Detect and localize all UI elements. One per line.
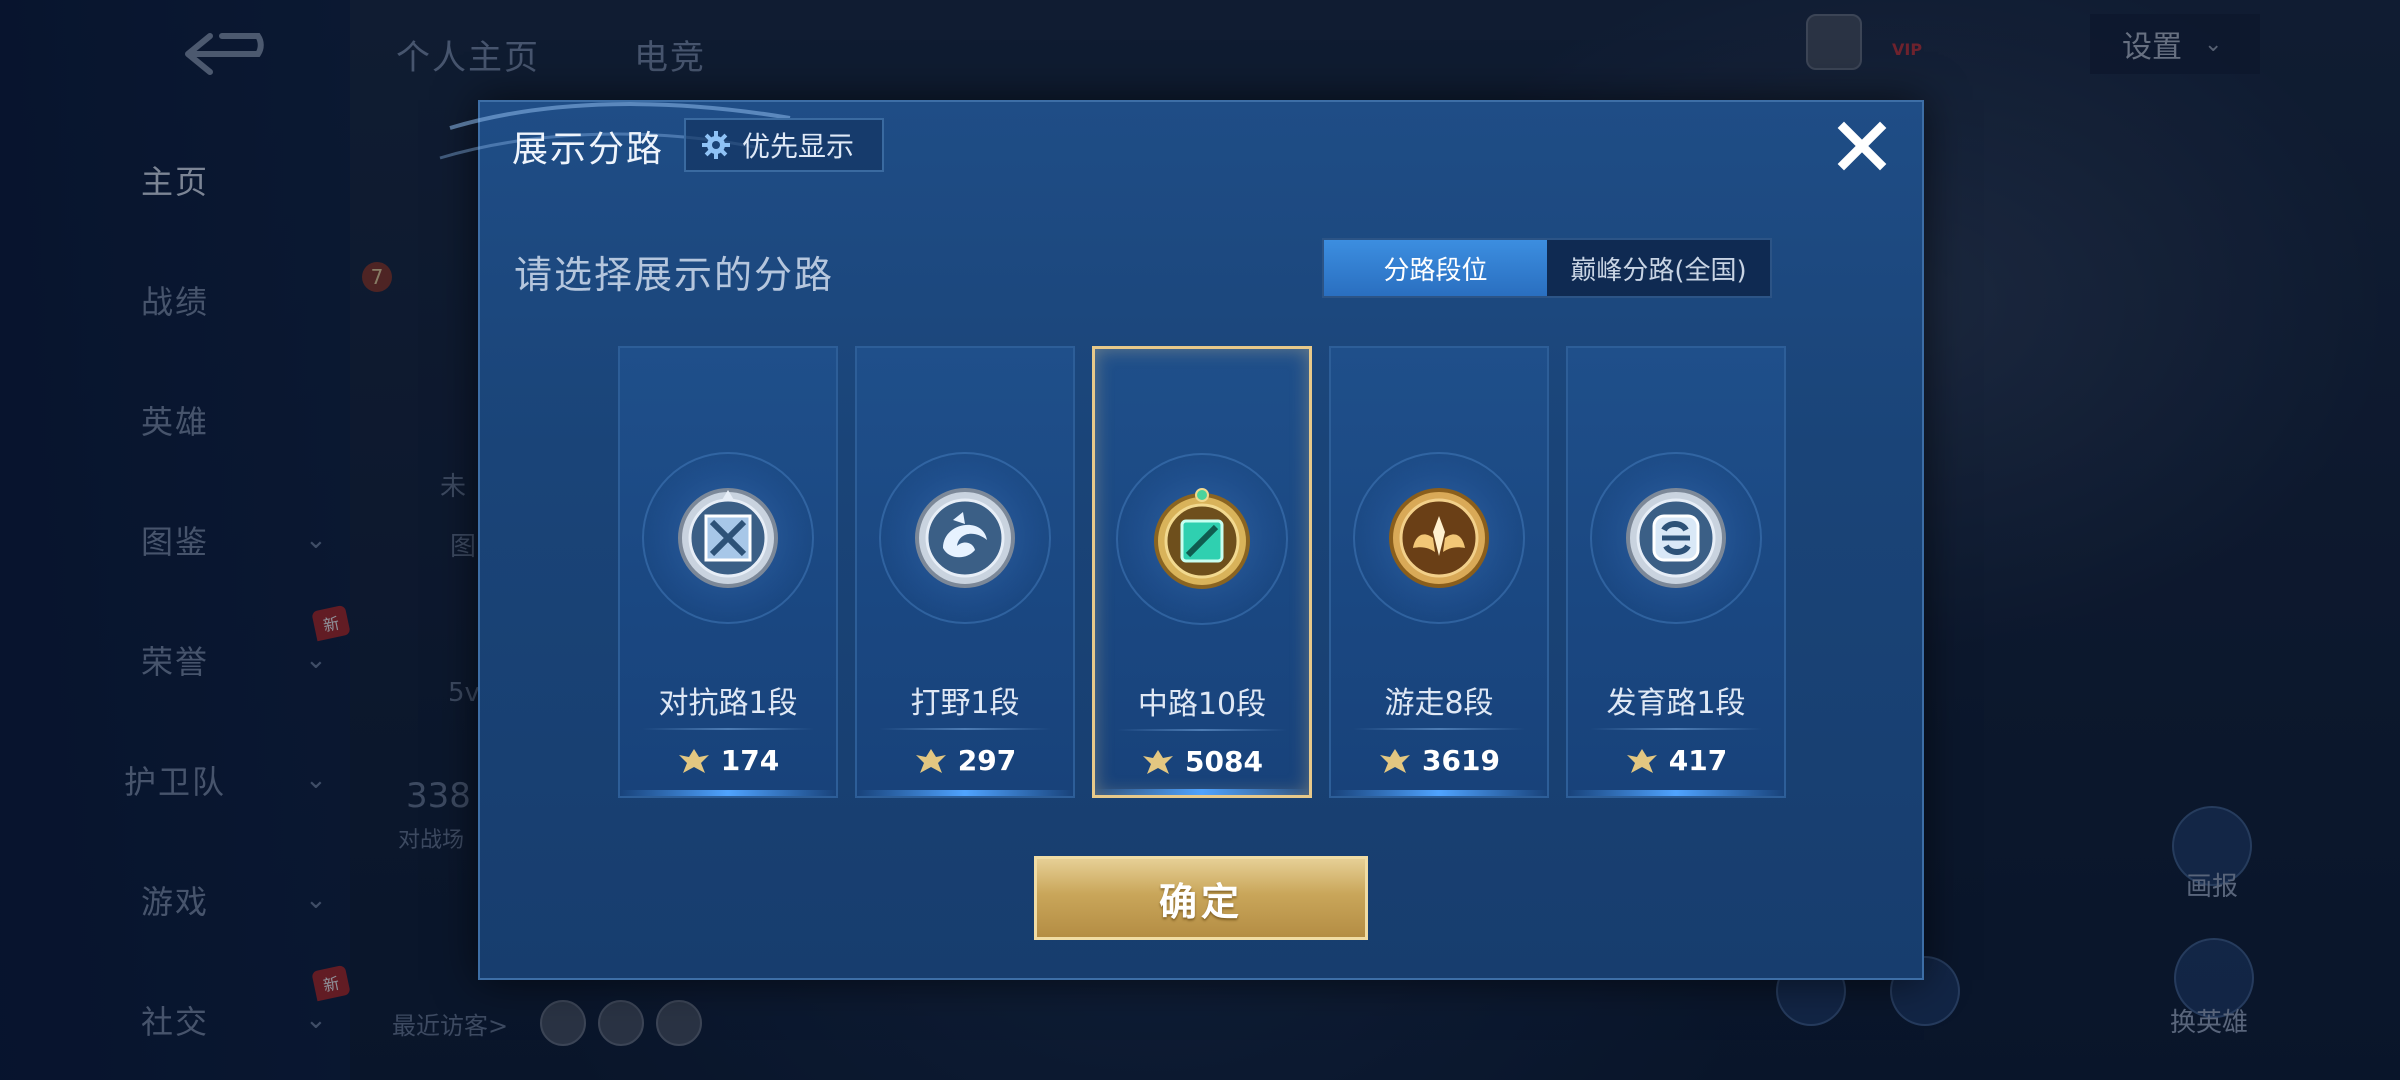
card-bottom-glow	[1568, 790, 1784, 796]
card-divider	[1353, 728, 1525, 730]
power-crest-icon	[1626, 748, 1657, 773]
lane-score-value: 297	[957, 744, 1017, 777]
farm-lane-icon	[1626, 488, 1726, 588]
lane-card-jungle[interactable]: 打野1段 297	[855, 346, 1075, 798]
power-crest-icon	[1380, 748, 1411, 773]
lane-score: 417	[1568, 744, 1784, 777]
lane-card-farm[interactable]: 发育路1段 417	[1566, 346, 1786, 798]
card-divider	[1590, 728, 1762, 730]
confirm-button[interactable]: 确定	[1034, 856, 1368, 940]
lane-rank-label: 中路10段	[1137, 687, 1267, 722]
lane-score: 174	[620, 744, 836, 777]
lane-rank-label: 发育路1段	[1606, 686, 1746, 721]
mid-lane-icon	[1154, 488, 1250, 589]
lane-card-roam[interactable]: 游走8段 3619	[1329, 346, 1549, 798]
lane-score: 5084	[1095, 745, 1309, 778]
lane-score-value: 5084	[1185, 745, 1263, 778]
power-crest-icon	[678, 748, 709, 773]
tab-lane-rank[interactable]: 分路段位	[1324, 240, 1547, 296]
lane-score-value: 174	[720, 744, 780, 777]
lane-score-value: 3619	[1422, 744, 1500, 777]
close-icon	[1837, 121, 1887, 171]
card-bottom-glow	[857, 790, 1073, 796]
dialog-subtitle: 请选择展示的分路	[514, 253, 835, 297]
close-button[interactable]	[1832, 116, 1892, 176]
tab-peak-lane-national[interactable]: 巅峰分路(全国)	[1547, 240, 1770, 296]
gear-icon	[702, 131, 730, 159]
lane-card-list: 对抗路1段 174 打野1段 297 中路10段 5084 游走8段 3619 …	[618, 346, 1786, 800]
lane-score: 3619	[1331, 744, 1547, 777]
priority-display-button[interactable]: 优先显示	[684, 118, 884, 172]
lane-score-value: 417	[1668, 744, 1728, 777]
lane-score: 297	[857, 744, 1073, 777]
card-bottom-glow	[1331, 790, 1547, 796]
clash-lane-icon	[678, 488, 778, 588]
ranking-mode-toggle: 分路段位 巅峰分路(全国)	[1322, 238, 1772, 298]
lane-card-mid[interactable]: 中路10段 5084	[1092, 346, 1312, 798]
priority-display-label: 优先显示	[742, 130, 855, 163]
lane-rank-label: 打野1段	[910, 686, 1020, 721]
lane-display-dialog: 展示分路 优先显示 请选择展示的分路 分路段位 巅峰分路(全国) 对抗路1段 1…	[439, 100, 1924, 980]
power-crest-icon	[1143, 749, 1174, 774]
power-crest-icon	[915, 748, 946, 773]
card-divider	[1117, 729, 1287, 731]
lane-rank-label: 对抗路1段	[658, 686, 798, 721]
card-divider	[642, 728, 814, 730]
card-bottom-glow	[620, 790, 836, 796]
jungle-icon	[915, 488, 1015, 588]
card-divider	[879, 728, 1051, 730]
roam-icon	[1389, 488, 1489, 588]
lane-card-clash[interactable]: 对抗路1段 174	[618, 346, 838, 798]
card-bottom-glow	[1095, 789, 1309, 795]
lane-rank-label: 游走8段	[1384, 686, 1494, 721]
dialog-title: 展示分路	[512, 129, 665, 170]
